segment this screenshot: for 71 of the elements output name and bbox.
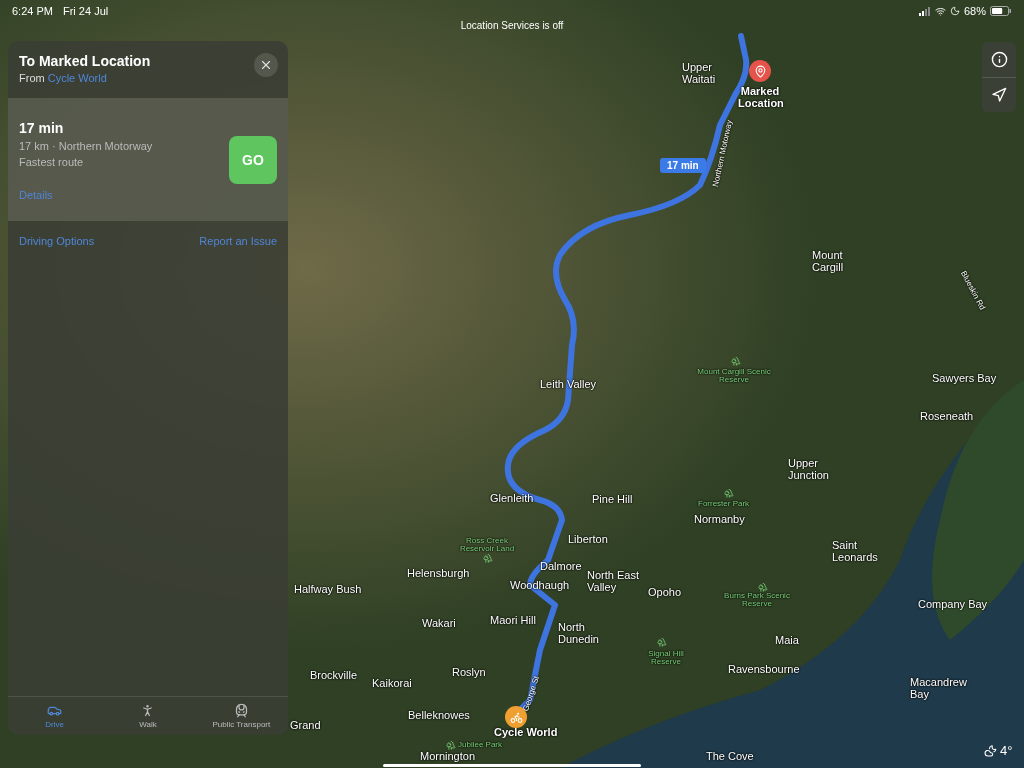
option-link[interactable]: Report an Issue (199, 235, 277, 247)
road-label: George St (522, 675, 542, 713)
park-label: Forrester Park (698, 500, 750, 509)
panel-title: To Marked Location (19, 53, 151, 69)
place-label: Grand (290, 720, 321, 732)
origin-link[interactable]: Cycle World (47, 72, 107, 84)
place-label: Cycle World (494, 727, 558, 739)
route-duration: 17 min (19, 120, 65, 136)
place-label: Pine Hill (592, 494, 633, 506)
close-button[interactable] (254, 53, 278, 77)
status-time: 6:24 PM (12, 5, 53, 17)
tree-icon (724, 488, 734, 498)
place-label: Mornington (420, 751, 476, 763)
place-label: Maori Hill (490, 615, 536, 627)
close-icon (259, 58, 273, 72)
transport-mode-tab[interactable]: Drive (8, 697, 102, 735)
place-label: Ravensbourne (728, 664, 800, 676)
place-label: Company Bay (918, 599, 988, 611)
battery-icon (990, 6, 1012, 16)
wifi-icon (934, 5, 946, 17)
tree-icon (731, 356, 741, 366)
details-link[interactable]: Details (19, 189, 53, 201)
train-icon (233, 703, 249, 718)
place-label: Upper Waitati (682, 62, 717, 86)
transport-mode-tab[interactable]: Walk (101, 697, 195, 735)
place-label: Halfway Bush (294, 584, 362, 596)
park-label: Burns Park Scenic Reserve (723, 592, 791, 609)
weather-reading: 4° (984, 743, 1013, 758)
park-label: Mount Cargill Scenic Reserve (696, 368, 772, 385)
tree-icon (657, 637, 667, 647)
option-link[interactable]: Driving Options (19, 235, 95, 247)
status-date: Fri 24 Jul (62, 5, 109, 17)
place-label: Brockville (310, 670, 358, 682)
from-label: From (19, 72, 45, 84)
place-label: Wakari (422, 618, 456, 630)
info-icon (990, 51, 1008, 68)
battery-percent: 68% (963, 5, 986, 17)
moon-icon (949, 6, 960, 16)
tree-icon (758, 582, 768, 592)
location-arrow-icon (991, 87, 1007, 103)
location-services-notice: Location Services is off (460, 20, 564, 31)
route-note: Fastest route (19, 156, 85, 168)
place-label: Normanby (694, 514, 745, 526)
place-label: Roslyn (452, 667, 486, 679)
place-label: Opoho (648, 587, 682, 599)
park-label: Jubilee Park (458, 741, 503, 750)
place-label: Upper Junction (788, 458, 830, 482)
place-label: Helensburgh (407, 568, 470, 580)
place-label: Liberton (568, 534, 608, 546)
route-time-badge: 17 min (660, 158, 706, 173)
transport-mode-tab[interactable]: Public Transport (194, 697, 288, 735)
place-label: Marked Location (738, 86, 782, 110)
place-label: Belleknowes (408, 710, 470, 722)
place-label: The Cove (706, 751, 754, 763)
go-button[interactable]: GO (229, 136, 277, 184)
place-label: Kaikorai (372, 678, 412, 690)
place-label: Maia (775, 635, 799, 647)
park-label: Ross Creek Reservoir Land (458, 537, 516, 554)
place-label: North Dunedin (558, 622, 600, 646)
place-label: Sawyers Bay (932, 373, 997, 385)
signal-icon (918, 6, 931, 16)
place-label: North East Valley (587, 570, 640, 594)
route-card[interactable]: 17 min 17 km · Northern Motorway Fastest route Details GO (8, 98, 288, 221)
place-label: Roseneath (920, 411, 974, 423)
route-summary: 17 km · Northern Motorway (19, 140, 153, 152)
place-label: Saint Leonards (832, 540, 879, 564)
place-label: Mount Cargill (812, 250, 845, 274)
place-label: Macandrew Bay (910, 677, 968, 701)
tree-icon (446, 740, 456, 750)
tree-icon (483, 553, 493, 563)
park-label: Signal Hill Reserve (647, 650, 685, 667)
